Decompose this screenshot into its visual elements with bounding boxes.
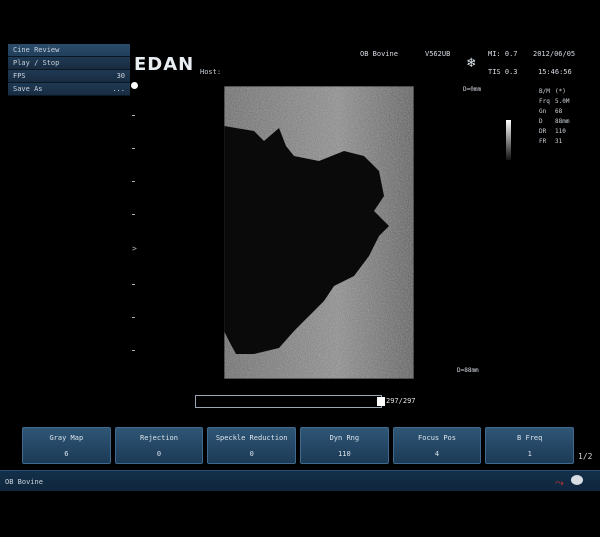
param-value: 68 [555, 108, 563, 115]
depth-tick [132, 115, 135, 116]
softkey-dyn-rng[interactable]: Dyn Rng 110 [300, 427, 389, 464]
softkey-value: 0 [249, 450, 254, 458]
param-value: (*) [555, 88, 566, 95]
cine-progress-bar[interactable] [195, 395, 385, 408]
softkey-value: 0 [156, 450, 162, 458]
depth-tick [132, 148, 135, 149]
menu-label: Cine Review [13, 46, 60, 54]
softkey-gray-map[interactable]: Gray Map 6 [22, 427, 111, 464]
softkey-b-freq[interactable]: B Freq 1 [485, 427, 575, 464]
depth-tick [132, 181, 135, 182]
depth-bottom-label: D=88mm [457, 367, 479, 374]
menu-play-stop[interactable]: Play / Stop [8, 57, 130, 70]
page-indicator[interactable]: 1/2 [578, 452, 592, 461]
param-value: 110 [555, 128, 566, 135]
softkey-value: 4 [434, 450, 440, 458]
softkey-label: Dyn Rng [329, 434, 360, 442]
time: 15:46:56 [538, 68, 572, 76]
grayscale-bar [506, 120, 511, 160]
cine-frame-count: 297/297 [386, 397, 416, 405]
param-value: 88mm [555, 118, 570, 125]
softkey-speckle-reduction[interactable]: Speckle Reduction 0 [207, 427, 297, 464]
depth-tick [132, 317, 135, 318]
depth-tick [132, 214, 135, 215]
cine-menu: Cine Review Play / Stop FPS 30 Save As .… [8, 44, 130, 96]
menu-cine-review[interactable]: Cine Review [8, 44, 130, 57]
param-key: D [539, 118, 543, 125]
softkey-focus-pos[interactable]: Focus Pos 4 [392, 427, 482, 464]
softkey-rejection[interactable]: Rejection 0 [114, 427, 204, 464]
cine-slider-handle[interactable] [377, 397, 385, 406]
date: 2012/06/05 [533, 50, 576, 58]
brand-logo: EDAN [134, 54, 195, 75]
param-key: Gn [539, 108, 547, 115]
param-row: DR 110 [539, 127, 569, 137]
param-value: 5.0M [555, 98, 570, 105]
focus-marker-icon: > [132, 244, 137, 253]
menu-label: Save As [13, 85, 43, 93]
param-row: D 88mm [539, 117, 569, 127]
softkey-value: 6 [64, 450, 69, 458]
param-key: Frq [539, 98, 550, 105]
status-bar: OB Bovine ⤳ [0, 470, 600, 491]
softkey-value: 1 [527, 450, 532, 458]
param-row: Frq 5.0M [539, 97, 569, 107]
tis-value: TIS 0.3 [488, 68, 518, 76]
depth-top-label: D=0mm [463, 86, 482, 93]
depth-tick [132, 284, 135, 285]
probe-connection-icon: ⤳ [555, 476, 564, 489]
soft-key-bar: Gray Map 6 Rejection 0 Speckle Reduction… [22, 427, 575, 464]
host-label: Host: [200, 68, 222, 76]
imaging-params: B/M (*) Frq 5.0M Gn 68 D 88mm DR 110 FR 31 [539, 87, 569, 147]
menu-label: FPS [13, 72, 26, 80]
param-row: B/M (*) [539, 87, 569, 97]
menu-value: 30 [116, 72, 125, 80]
scale-origin-marker [131, 82, 138, 89]
softkey-label: Rejection [140, 434, 178, 442]
menu-label: Play / Stop [13, 59, 60, 67]
ultrasound-image [224, 86, 414, 379]
param-row: Gn 68 [539, 107, 569, 117]
snowflake-icon: ❄ [467, 55, 476, 71]
softkey-value: 110 [338, 450, 351, 458]
power-status-icon [571, 475, 583, 485]
exam-type: OB Bovine [360, 50, 398, 58]
depth-tick [132, 350, 135, 351]
param-key: B/M [539, 88, 550, 95]
softkey-label: B Freq [517, 434, 543, 442]
status-exam-text: OB Bovine [5, 478, 43, 486]
menu-fps[interactable]: FPS 30 [8, 70, 130, 83]
menu-value: ... [112, 85, 125, 93]
menu-save-as[interactable]: Save As ... [8, 83, 130, 96]
softkey-label: Focus Pos [418, 434, 456, 442]
param-value: 31 [555, 138, 563, 145]
param-key: DR [539, 128, 547, 135]
softkey-label: Speckle Reduction [215, 434, 288, 442]
param-key: FR [539, 138, 547, 145]
mi-value: MI: 0.7 [488, 50, 518, 58]
softkey-label: Gray Map [49, 434, 84, 442]
param-row: FR 31 [539, 137, 569, 147]
probe-name: V562UB [425, 50, 451, 58]
